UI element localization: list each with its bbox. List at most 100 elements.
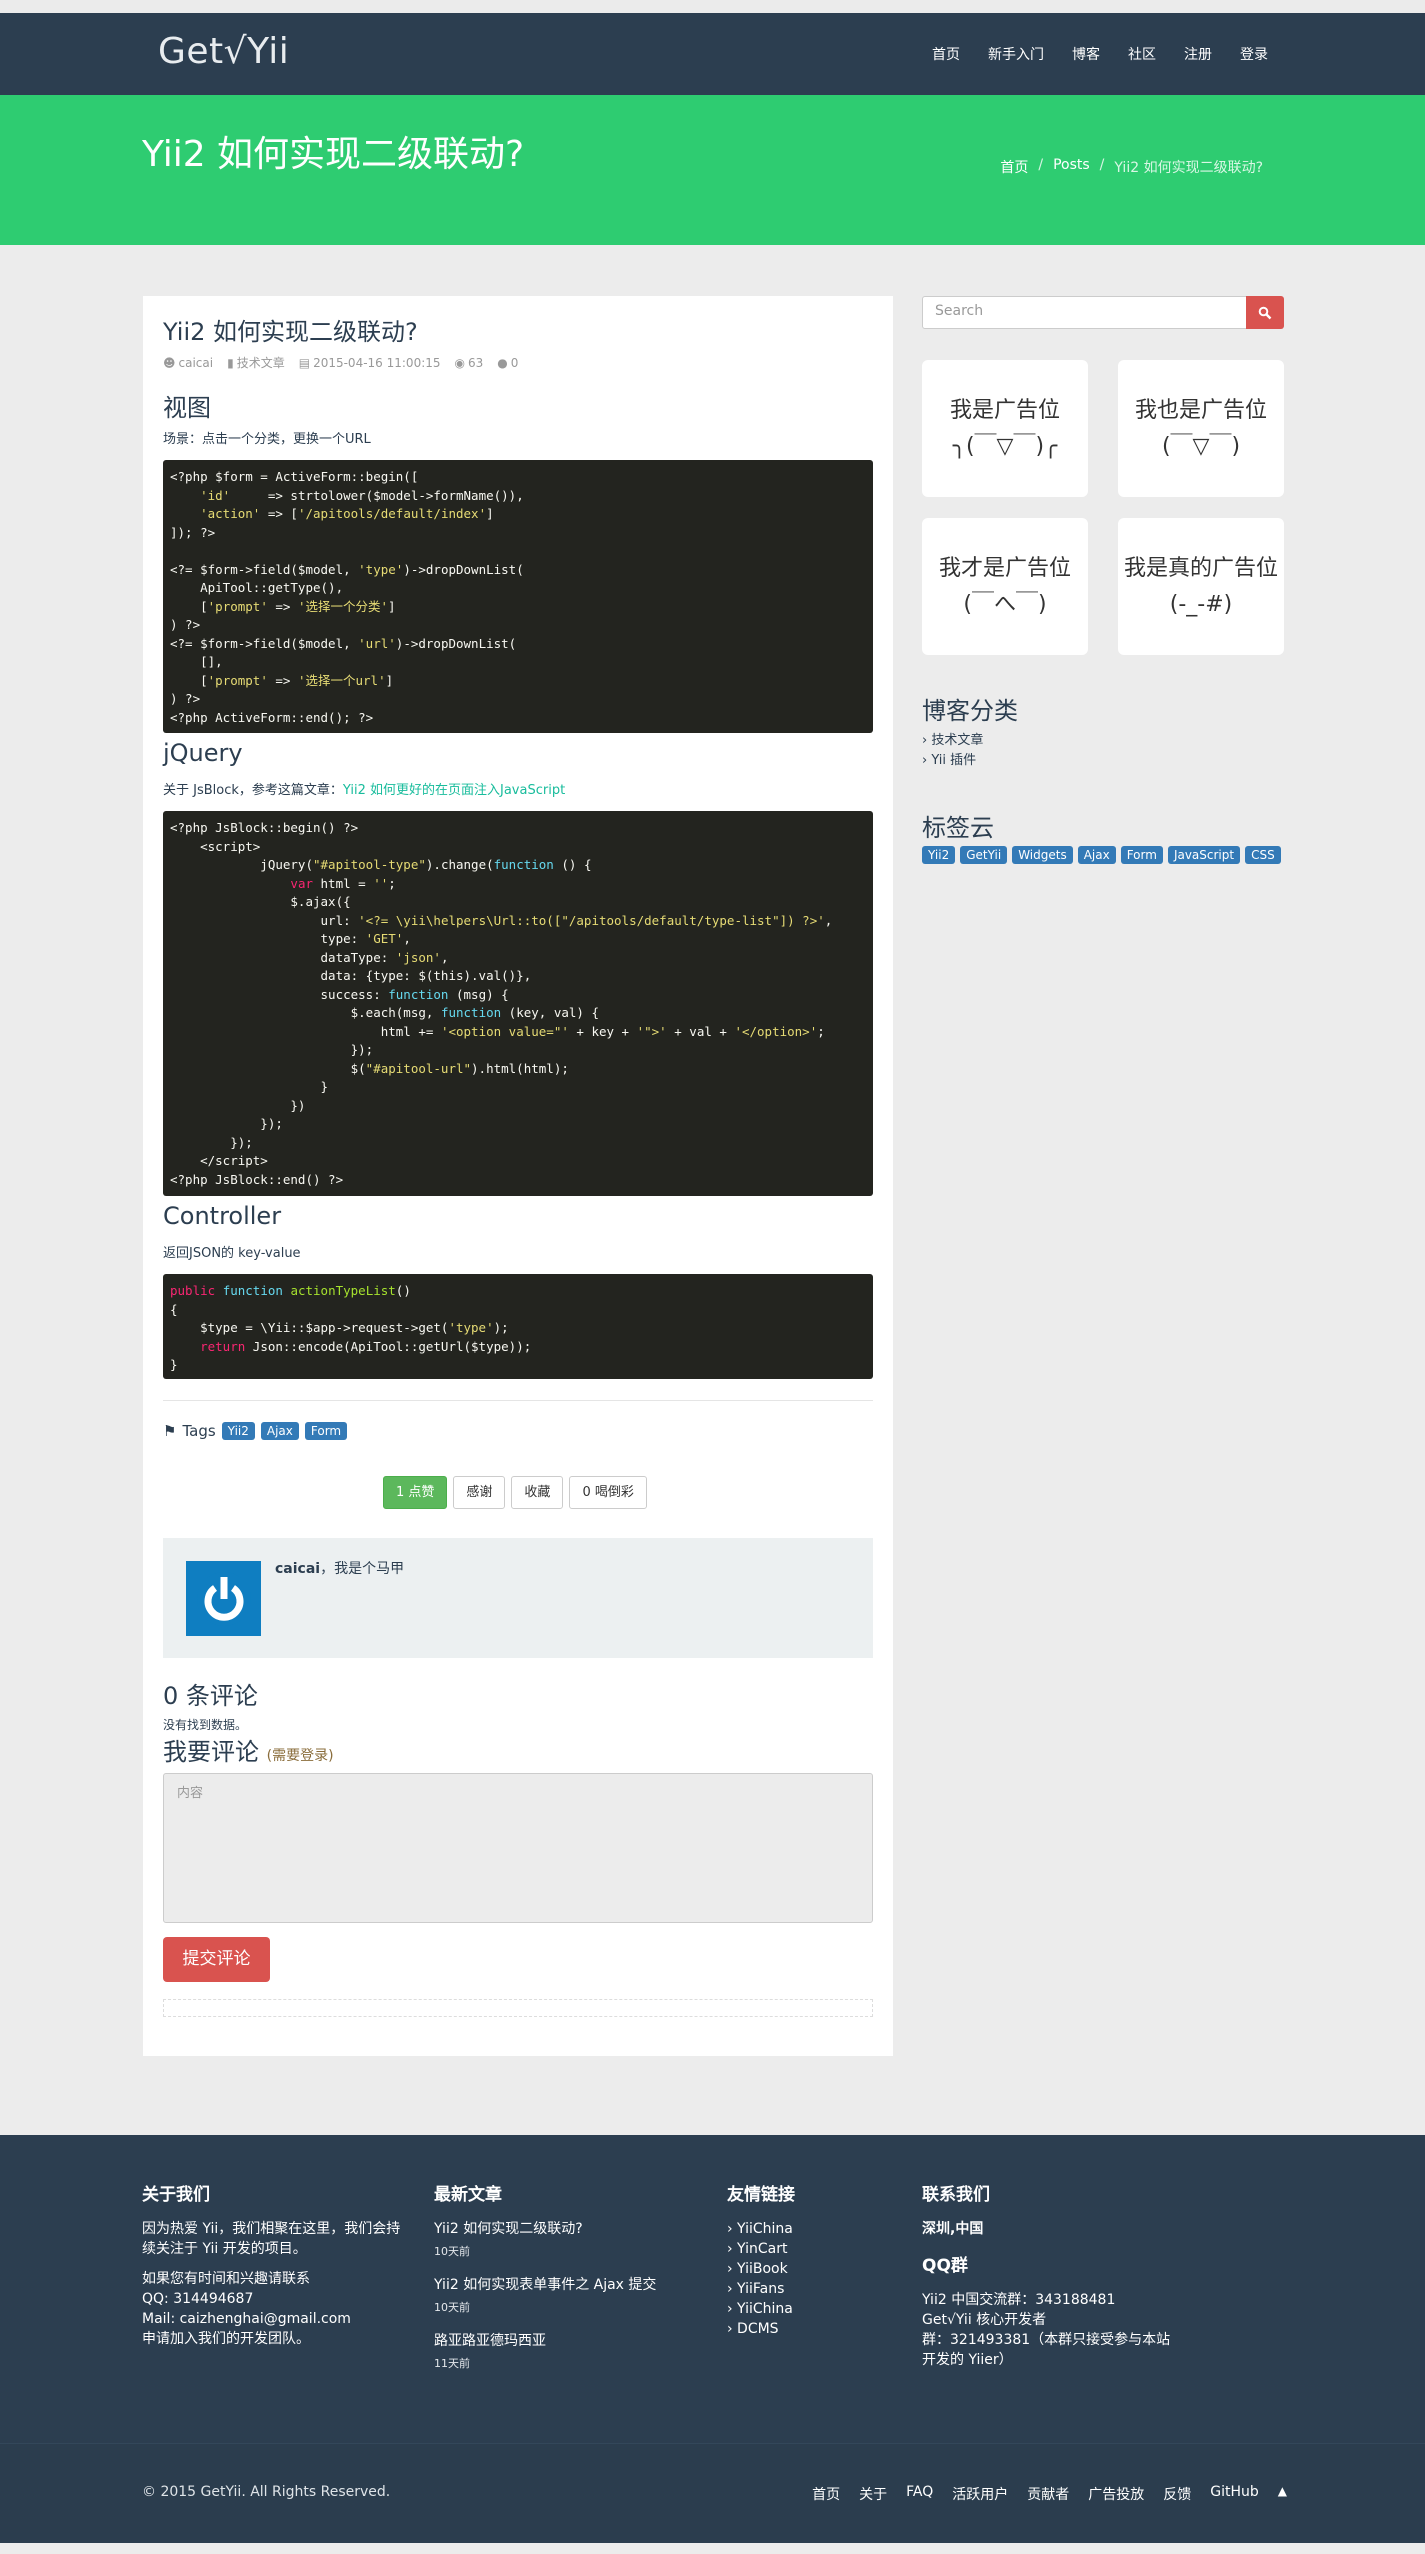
tag-ajax[interactable]: Ajax — [260, 1422, 299, 1440]
ad-title: 我也是广告位 — [1134, 397, 1267, 423]
breadcrumb-posts[interactable]: Posts — [1053, 157, 1090, 177]
breadcrumb-current: Yii2 如何实现二级联动? — [1114, 160, 1263, 176]
tag-yii2[interactable]: Yii2 — [221, 1422, 255, 1440]
footer-friends: 友情链接 › YiiChina › YinCart › YiiBook › Yi… — [727, 2180, 887, 2339]
breadcrumb-separator: / — [1038, 157, 1044, 173]
tagcloud-form[interactable]: Form — [1120, 846, 1163, 864]
thanks-button[interactable]: 感谢 — [453, 1476, 506, 1509]
meta-views: ◉ 63 — [455, 354, 484, 371]
footer-qq-group-1: Yii2 中国交流群：343188481 — [922, 2292, 1116, 2308]
ad-title: 我是真的广告位 — [1123, 555, 1278, 581]
footer-about: 关于我们 因为热爱 Yii，我们相聚在这里，我们会持续关注于 Yii 开发的项目… — [142, 2180, 404, 2349]
ad-slot-3[interactable]: 我才是广告位 (￣へ￣) — [922, 518, 1088, 655]
comment-textarea[interactable]: 内容 — [163, 1773, 873, 1923]
section-heading-view: 视图 — [163, 394, 211, 422]
footer-location: 深圳,中国 — [922, 2221, 984, 2237]
eye-icon: ◉ — [454, 355, 465, 370]
tagcloud-css[interactable]: CSS — [1245, 846, 1281, 864]
tagcloud-javascript[interactable]: JavaScript — [1167, 846, 1241, 864]
code-block-controller: public function actionTypeList() { $type… — [163, 1274, 873, 1379]
nav-blog[interactable]: 博客 — [1058, 44, 1114, 64]
meta-category[interactable]: ▮ 技术文章 — [227, 354, 285, 371]
category-tech-articles[interactable]: › 技术文章 — [922, 729, 983, 748]
comment-icon: ● — [497, 355, 508, 370]
footer-friend-link[interactable]: › DCMS — [727, 2319, 887, 2339]
nav-community[interactable]: 社区 — [1114, 44, 1170, 64]
search-input[interactable]: Search — [922, 296, 1247, 329]
navbar: Get√Yii 首页 新手入门 博客 社区 注册 登录 — [0, 13, 1425, 95]
like-button[interactable]: 1 点赞 — [383, 1476, 448, 1509]
ad-slot-2[interactable]: 我也是广告位 (￣▽￣) — [1118, 360, 1284, 497]
comment-form-title: 我要评论 — [163, 1738, 259, 1766]
tagcloud-widgets[interactable]: Widgets — [1012, 846, 1073, 864]
categories-heading: 博客分类 — [922, 697, 1018, 725]
footer-latest-item[interactable]: Yii2 如何实现二级联动? — [434, 2219, 696, 2239]
nav-home[interactable]: 首页 — [918, 44, 974, 64]
code-block-jquery: <?php JsBlock::begin() ?> <script> jQuer… — [163, 811, 873, 1196]
footer-latest-item[interactable]: 路亚路亚德玛西亚 — [434, 2331, 696, 2351]
footer-friends-heading: 友情链接 — [727, 2185, 795, 2205]
tag-form[interactable]: Form — [304, 1422, 348, 1440]
bottom-link-feedback[interactable]: 反馈 — [1163, 2484, 1191, 2504]
bottom-link-contributors[interactable]: 贡献者 — [1027, 2484, 1069, 2504]
bottom-link-github[interactable]: GitHub — [1210, 2484, 1259, 2504]
submit-comment-button[interactable]: 提交评论 — [163, 1937, 270, 1982]
brand-logo[interactable]: Get√Yii — [158, 31, 289, 72]
footer-friend-link[interactable]: › YiiBook — [727, 2259, 887, 2279]
meta-category-name: 技术文章 — [236, 356, 285, 370]
bottom-link-about[interactable]: 关于 — [859, 2484, 887, 2504]
ad-slot-4[interactable]: 我是真的广告位 (-_-#) — [1118, 518, 1284, 655]
meta-comments: ● 0 — [497, 354, 518, 371]
author-name[interactable]: caicai — [275, 1561, 320, 1577]
breadcrumb-home[interactable]: 首页 — [1000, 157, 1028, 177]
footer-mail[interactable]: Mail: caizhenghai@gmail.com — [142, 2309, 404, 2329]
tags-icon: ⚑ — [163, 1422, 177, 1440]
bottom-link-ads[interactable]: 广告投放 — [1088, 2484, 1144, 2504]
login-hint[interactable]: (需要登录) — [267, 1748, 334, 1764]
section-text-view: 场景：点击一个分类，更换一个URL — [163, 432, 371, 447]
author-box: caicai，我是个马甲 — [163, 1538, 873, 1658]
footer-qq-group-3: 群：321493381（本群只接受参与本站开发的 Yiier） — [922, 2332, 1171, 2368]
nav-register[interactable]: 注册 — [1170, 44, 1226, 64]
footer-latest-item[interactable]: Yii2 如何实现表单事件之 Ajax 提交 — [434, 2275, 696, 2295]
nav-getting-started[interactable]: 新手入门 — [974, 44, 1058, 64]
tagcloud-ajax[interactable]: Ajax — [1077, 846, 1116, 864]
bottom-link-faq[interactable]: FAQ — [906, 2484, 933, 2504]
footer-friend-link[interactable]: › YinCart — [727, 2239, 887, 2259]
footer-latest: 最新文章 Yii2 如何实现二级联动? 10天前 Yii2 如何实现表单事件之 … — [434, 2180, 696, 2387]
footer-friend-link[interactable]: › YiiChina — [727, 2299, 887, 2319]
footer-friend-link[interactable]: › YiiChina — [727, 2219, 887, 2239]
calendar-icon: ▤ — [298, 355, 311, 370]
author-bio: ，我是个马甲 — [320, 1561, 405, 1577]
comment-placeholder-box — [163, 1999, 873, 2017]
ad-slot-1[interactable]: 我是广告位 ╮(￣▽￣)╭ — [922, 360, 1088, 497]
nav-login[interactable]: 登录 — [1226, 44, 1282, 64]
favorite-button[interactable]: 收藏 — [511, 1476, 564, 1509]
power-icon — [196, 1571, 251, 1626]
meta-date: ▤ 2015-04-16 11:00:15 — [299, 354, 441, 371]
chevron-up-icon[interactable]: ▲ — [1278, 2484, 1287, 2504]
tagcloud-yii2[interactable]: Yii2 — [922, 846, 956, 864]
cheer-button[interactable]: 0 喝倒彩 — [569, 1476, 647, 1509]
footer-join[interactable]: 申请加入我们的开发团队。 — [142, 2329, 404, 2349]
meta-author-name: caicai — [178, 355, 214, 370]
bottom-link-active-users[interactable]: 活跃用户 — [952, 2484, 1008, 2504]
ad-face: (￣へ￣) — [963, 591, 1047, 617]
tagcloud-getyii[interactable]: GetYii — [960, 846, 1008, 864]
post-panel: Yii2 如何实现二级联动? ☻ caicai ▮ 技术文章 ▤ 2015-04-16… — [143, 296, 893, 2056]
footer-friend-link[interactable]: › YiiFans — [727, 2279, 887, 2299]
avatar[interactable] — [186, 1561, 261, 1636]
footer-about-heading: 关于我们 — [142, 2185, 210, 2205]
footer-contact-prompt: 如果您有时间和兴趣请联系 — [142, 2271, 310, 2287]
tags-label: Tags — [182, 1422, 216, 1440]
author-info: caicai，我是个马甲 — [275, 1558, 404, 1578]
search-button[interactable] — [1246, 296, 1284, 329]
copyright: © 2015 GetYii. All Rights Reserved. — [142, 2484, 391, 2500]
bottom-bar: © 2015 GetYii. All Rights Reserved. 首页 关… — [0, 2443, 1425, 2543]
category-yii-plugins[interactable]: › Yii 插件 — [922, 749, 976, 768]
meta-author[interactable]: ☻ caicai — [163, 354, 213, 371]
breadcrumb: 首页 / Posts / Yii2 如何实现二级联动? — [1000, 157, 1263, 177]
bottom-link-home[interactable]: 首页 — [812, 2484, 840, 2504]
divider — [163, 1400, 873, 1401]
jsblock-article-link[interactable]: Yii2 如何更好的在页面注入JavaScript — [343, 783, 565, 798]
